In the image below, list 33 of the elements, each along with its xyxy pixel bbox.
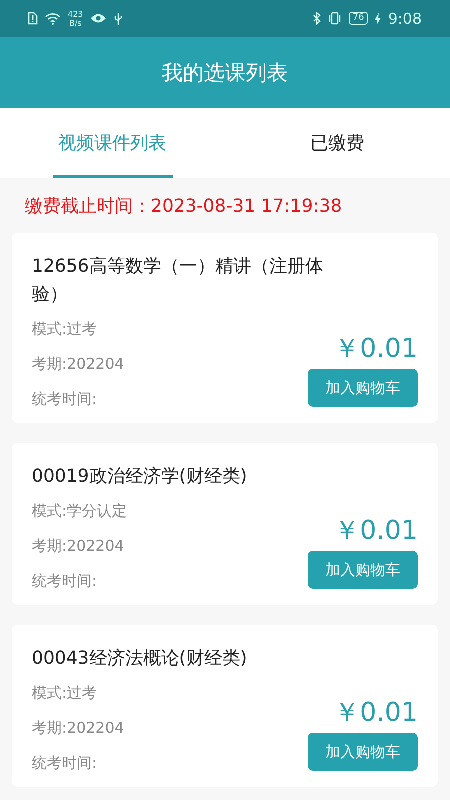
usb-icon	[114, 12, 124, 26]
course-price: ￥0.01	[334, 697, 418, 730]
tab[interactable]: 已缴费	[225, 108, 450, 178]
course-mode: 模式:过考	[32, 319, 98, 340]
tab[interactable]: 视频课件列表	[0, 108, 225, 178]
exam-time: 统考时间:	[32, 389, 98, 410]
charging-icon	[375, 12, 382, 24]
add-to-cart-button[interactable]: 加入购物车	[308, 551, 418, 589]
eye-icon	[90, 13, 108, 24]
course-title: 12656高等数学（一）精讲（注册体验）	[32, 255, 324, 307]
wifi-icon	[45, 12, 61, 25]
sim-alert-icon	[28, 12, 38, 25]
course-title: 00043经济法概论(财经类)	[32, 647, 248, 671]
add-to-cart-button[interactable]: 加入购物车	[308, 733, 418, 771]
bluetooth-icon	[312, 12, 321, 25]
payment-deadline: 缴费截止时间：2023-08-31 17:19:38	[24, 195, 344, 219]
vibrate-icon	[328, 12, 342, 25]
exam-term: 考期:202204	[32, 354, 124, 375]
add-to-cart-button[interactable]: 加入购物车	[308, 369, 418, 407]
course-price: ￥0.01	[334, 333, 418, 366]
exam-term: 考期:202204	[32, 536, 126, 557]
clock-time: 9:08	[388, 10, 422, 28]
exam-time: 统考时间:	[32, 753, 98, 774]
course-price: ￥0.01	[334, 515, 418, 548]
exam-time: 统考时间:	[32, 571, 98, 592]
course-title: 00019政治经济学(财经类)	[32, 465, 248, 489]
battery-icon: 76	[348, 12, 368, 25]
course-mode: 模式:过考	[32, 683, 98, 704]
course-mode: 模式:学分认定	[32, 501, 128, 522]
page-title: 我的选课列表	[162, 60, 288, 86]
speed-value: 423	[68, 10, 84, 18]
exam-term: 考期:202204	[32, 718, 124, 739]
speed-unit: B/s	[69, 18, 82, 28]
